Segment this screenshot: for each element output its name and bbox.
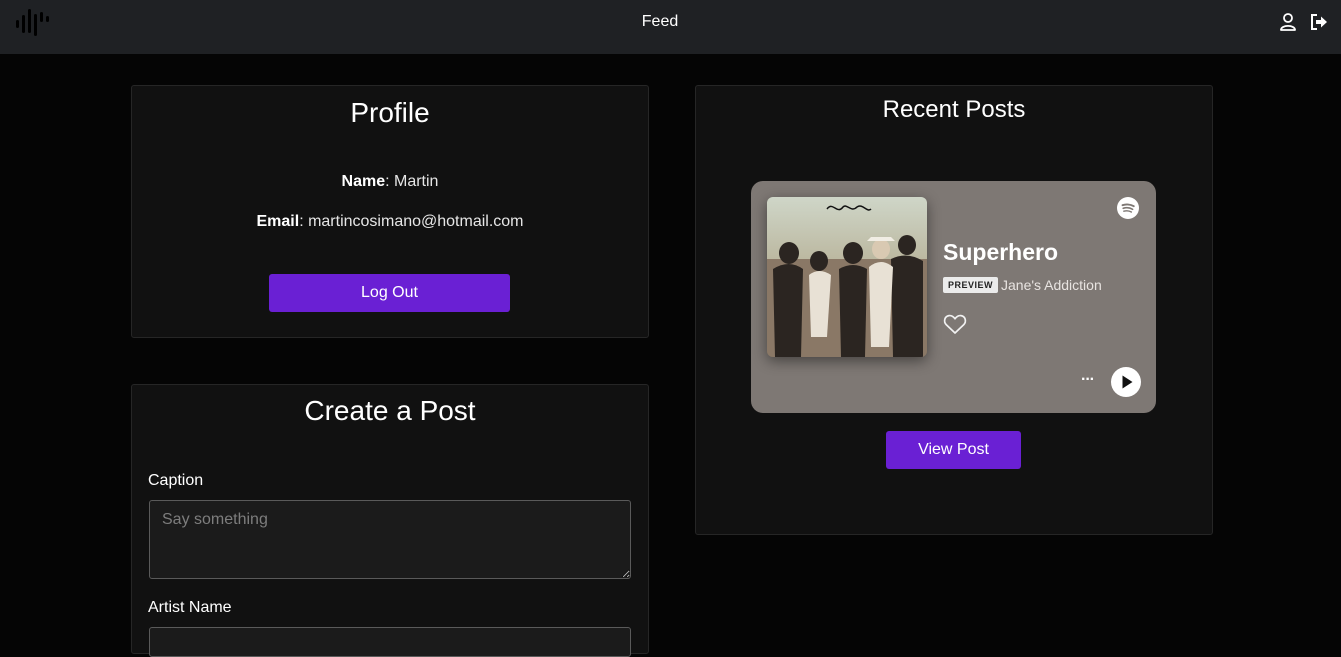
profile-card: Profile Name: Martin Email: martincosima… xyxy=(131,85,649,338)
sign-out-icon[interactable] xyxy=(1309,12,1329,32)
create-post-title: Create a Post xyxy=(304,395,476,426)
top-navbar: Feed xyxy=(0,0,1341,54)
more-options-icon[interactable]: ··· xyxy=(1081,371,1095,389)
email-value: : martincosimano@hotmail.com xyxy=(299,213,524,230)
profile-email-line: Email: martincosimano@hotmail.com xyxy=(132,213,648,231)
caption-label: Caption xyxy=(148,472,204,489)
play-icon[interactable] xyxy=(1111,367,1141,397)
create-post-card: Create a Post Caption Artist Name xyxy=(131,384,649,657)
email-label: Email xyxy=(256,213,300,230)
user-icon[interactable] xyxy=(1278,12,1298,32)
artist-name-label: Artist Name xyxy=(148,599,232,616)
track-artist[interactable]: Jane's Addiction xyxy=(1001,277,1102,293)
spotify-embed[interactable]: Superhero PREVIEW Jane's Addiction ··· xyxy=(751,181,1156,413)
name-label: Name xyxy=(341,173,386,190)
album-cover-image xyxy=(767,197,927,357)
view-post-button[interactable]: View Post xyxy=(886,431,1021,469)
track-title[interactable]: Superhero xyxy=(943,239,1058,266)
heart-icon[interactable] xyxy=(943,313,967,335)
preview-badge: PREVIEW xyxy=(943,277,999,293)
spotify-icon[interactable] xyxy=(1117,197,1139,219)
recent-posts-card: Recent Posts Superhero PREVIEW Jane's Ad… xyxy=(695,85,1213,535)
nav-title[interactable]: Feed xyxy=(610,13,710,31)
artist-name-input[interactable] xyxy=(149,627,631,657)
log-out-button[interactable]: Log Out xyxy=(269,274,510,312)
soundwave-logo-icon[interactable] xyxy=(14,6,50,38)
name-value: : Martin xyxy=(385,173,439,190)
recent-posts-title: Recent Posts xyxy=(882,96,1026,123)
album-cover xyxy=(767,197,927,357)
profile-name-line: Name: Martin xyxy=(132,173,648,191)
caption-input[interactable] xyxy=(149,500,631,579)
profile-title: Profile xyxy=(350,97,430,128)
